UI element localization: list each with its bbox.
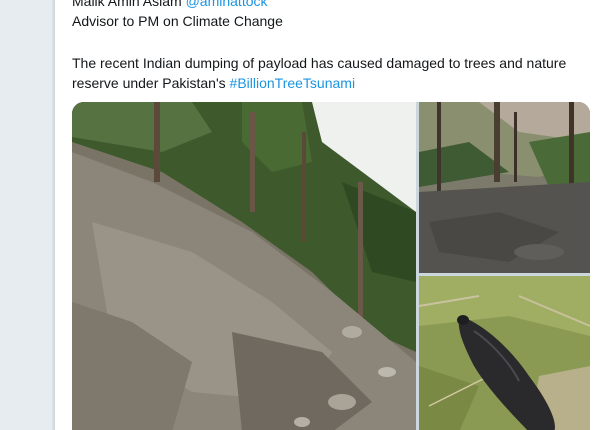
photo-dead-bird[interactable] — [419, 276, 590, 430]
hillside-image — [72, 102, 416, 430]
author-bio: Advisor to PM on Climate Change — [72, 13, 283, 29]
tweet-author: Malik Amin Aslam @aminattock — [72, 0, 268, 9]
dead-bird-image — [419, 276, 590, 430]
tweet-text-line-2: reserve under Pakistan's — [72, 75, 230, 91]
tweet-card[interactable]: Malik Amin Aslam @aminattock Advisor to … — [55, 0, 600, 430]
tweet-text: The recent Indian dumping of payload has… — [72, 53, 587, 93]
tweet-media-grid — [72, 102, 590, 430]
hashtag-link[interactable]: #BillionTreeTsunami — [230, 75, 356, 91]
charred-ground-image — [419, 102, 590, 273]
photo-hillside[interactable] — [72, 102, 416, 430]
photo-charred-ground[interactable] — [419, 102, 590, 273]
author-handle-link[interactable]: @aminattock — [186, 0, 268, 9]
tweet-text-line-1: The recent Indian dumping of payload has… — [72, 55, 567, 71]
author-name[interactable]: Malik Amin Aslam — [72, 0, 182, 9]
